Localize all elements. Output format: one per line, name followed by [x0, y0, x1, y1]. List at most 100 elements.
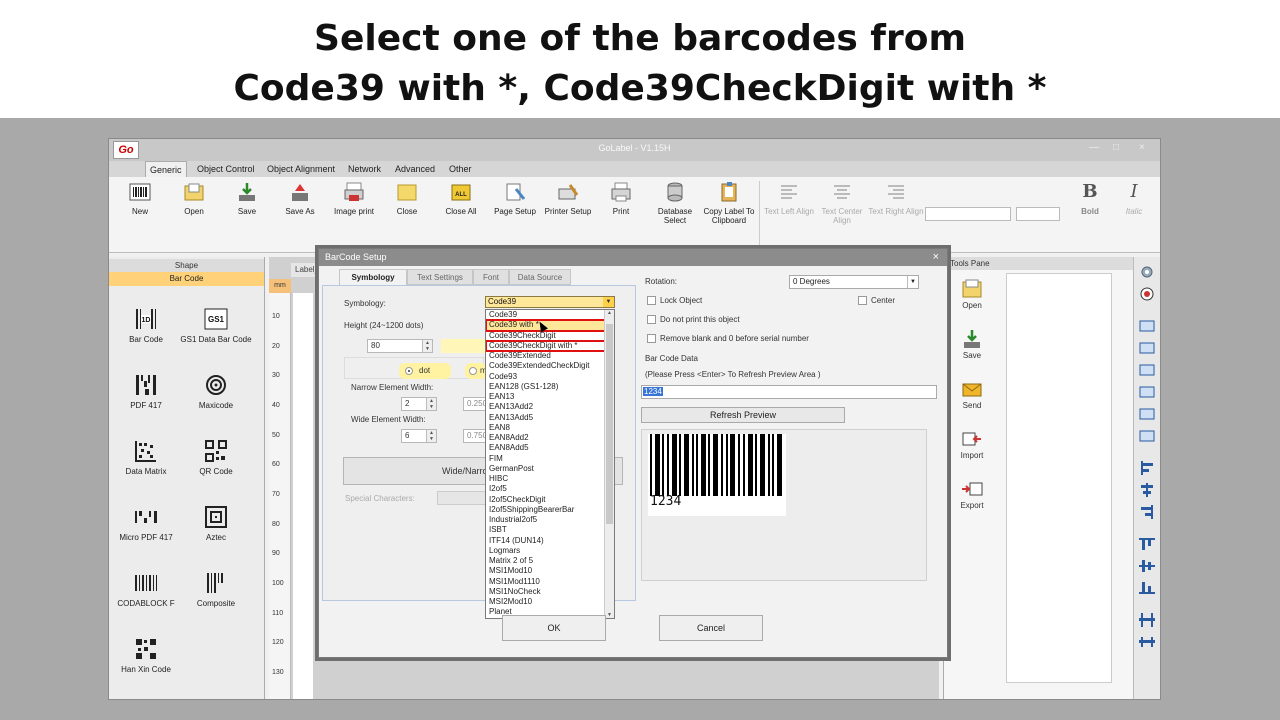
tab-other[interactable]: Other [445, 161, 476, 177]
tab-generic[interactable]: Generic [145, 161, 187, 177]
shape-gs1[interactable]: GS1 GS1 Data Bar Code [179, 307, 253, 344]
tab-font[interactable]: Font [473, 269, 509, 285]
symbology-option[interactable]: Code93 [486, 372, 614, 382]
scroll-up-icon[interactable]: ▲ [605, 310, 614, 316]
symbology-option[interactable]: Code39 with * [486, 319, 614, 332]
text-right-align-button[interactable]: Text Right Align [868, 181, 924, 216]
distribute-horizontal-icon[interactable] [1139, 613, 1155, 627]
unit-mm-option[interactable]: mm [465, 363, 493, 379]
tab-object-control[interactable]: Object Control [193, 161, 259, 177]
align-middle-objects-icon[interactable] [1139, 559, 1155, 573]
remove-blank-checkbox[interactable] [647, 334, 656, 343]
shape-codablock[interactable]: CODABLOCK F [109, 571, 183, 608]
printer-setup-button[interactable]: Printer Setup [540, 181, 596, 216]
narrow-width-input[interactable]: 2 ▲ ▼ [401, 397, 437, 411]
tab-network[interactable]: Network [344, 161, 385, 177]
shape-pdf417[interactable]: PDF 417 [109, 373, 183, 410]
align-right-objects-icon[interactable] [1139, 505, 1155, 519]
tools-save-button[interactable]: Save [952, 329, 992, 360]
tools-open-button[interactable]: Open [952, 279, 992, 310]
ok-button[interactable]: OK [502, 615, 606, 641]
tab-object-alignment[interactable]: Object Alignment [263, 161, 339, 177]
copy-label-button[interactable]: Copy Label To Clipboard [701, 181, 757, 225]
shape-han-xin[interactable]: Han Xin Code [109, 637, 183, 674]
wide-spin-arrows[interactable]: ▲ ▼ [426, 430, 436, 442]
new-button[interactable]: New [112, 181, 168, 216]
bar-code-data-input[interactable]: 1234 [641, 385, 937, 399]
align-top-objects-icon[interactable] [1139, 537, 1155, 551]
save-as-button[interactable]: Save As [272, 181, 328, 216]
symbology-option[interactable]: MSI2Mod10 [486, 597, 614, 607]
database-select-button[interactable]: Database Select [647, 181, 703, 225]
symbology-option[interactable]: Code39CheckDigit with * [486, 339, 614, 353]
font-name-dropdown[interactable] [925, 207, 1011, 221]
symbology-option[interactable]: Code39 [486, 310, 614, 320]
symbology-option[interactable]: EAN8 [486, 423, 614, 433]
font-size-dropdown[interactable] [1016, 207, 1060, 221]
shape-aztec[interactable]: Aztec [179, 505, 253, 542]
tab-data-source[interactable]: Data Source [509, 269, 571, 285]
scrollbar-thumb[interactable] [606, 324, 613, 524]
shape-composite[interactable]: Composite [179, 571, 253, 608]
text-left-align-button[interactable]: Text Left Align [761, 181, 817, 216]
shape-qr-code[interactable]: QR Code [179, 439, 253, 476]
italic-button[interactable]: I Italic [1114, 181, 1154, 216]
unit-dot-radio[interactable] [405, 367, 413, 375]
maximize-icon[interactable]: □ [1113, 142, 1119, 153]
wide-width-input[interactable]: 6 ▲ ▼ [401, 429, 437, 443]
align-icon[interactable] [1139, 363, 1155, 377]
minimize-icon[interactable]: — [1089, 142, 1099, 153]
symbology-option[interactable]: EAN13Add2 [486, 402, 614, 412]
symbology-option[interactable]: EAN8Add5 [486, 443, 614, 453]
center-checkbox[interactable] [858, 296, 867, 305]
tools-export-button[interactable]: Export [952, 479, 992, 510]
symbology-option[interactable]: GermanPost [486, 464, 614, 474]
settings-gear-icon[interactable] [1139, 265, 1155, 279]
rotation-select[interactable]: 0 Degrees ▼ [789, 275, 919, 289]
print-button[interactable]: Print [593, 181, 649, 216]
close-button[interactable]: Close [379, 181, 435, 216]
symbology-option[interactable]: FIM [486, 454, 614, 464]
symbology-option[interactable]: Code39CheckDigit [486, 331, 614, 341]
window-close-icon[interactable]: × [1139, 142, 1145, 153]
shape-data-matrix[interactable]: Data Matrix [109, 439, 183, 476]
align-bottom-objects-icon[interactable] [1139, 581, 1155, 595]
symbology-option[interactable]: Industrial2of5 [486, 515, 614, 525]
distribute-vertical-icon[interactable] [1139, 635, 1155, 649]
open-button[interactable]: Open [166, 181, 222, 216]
tab-text-settings[interactable]: Text Settings [407, 269, 473, 285]
symbology-option[interactable]: MSI1NoCheck [486, 587, 614, 597]
align-icon[interactable] [1139, 407, 1155, 421]
align-icon[interactable] [1139, 385, 1155, 399]
symbology-option[interactable]: Code39ExtendedCheckDigit [486, 361, 614, 371]
text-center-align-button[interactable]: Text Center Align [814, 181, 870, 225]
symbology-option[interactable]: I2of5CheckDigit [486, 495, 614, 505]
symbology-option[interactable]: ISBT [486, 525, 614, 535]
symbology-option[interactable]: EAN13Add5 [486, 413, 614, 423]
align-icon[interactable] [1139, 341, 1155, 355]
height-mm-field[interactable] [441, 339, 485, 353]
tab-advanced[interactable]: Advanced [391, 161, 439, 177]
symbology-option[interactable]: EAN128 (GS1-128) [486, 382, 614, 392]
unit-dot-option[interactable]: dot [399, 363, 451, 379]
align-icon[interactable] [1139, 319, 1155, 333]
do-not-print-checkbox[interactable] [647, 315, 656, 324]
image-print-button[interactable]: Image print [326, 181, 382, 216]
symbology-option[interactable]: MSI1Mod1110 [486, 577, 614, 587]
symbology-option[interactable]: I2of5ShippingBearerBar [486, 505, 614, 515]
align-left-objects-icon[interactable] [1139, 461, 1155, 475]
barcode-section-header[interactable]: Bar Code [109, 272, 264, 286]
symbology-option[interactable]: Logmars [486, 546, 614, 556]
dialog-close-icon[interactable]: × [933, 249, 939, 266]
symbology-option[interactable]: EAN13 [486, 392, 614, 402]
align-icon[interactable] [1139, 429, 1155, 443]
narrow-spin-arrows[interactable]: ▲ ▼ [426, 398, 436, 410]
save-button[interactable]: Save [219, 181, 275, 216]
symbology-option[interactable]: EAN8Add2 [486, 433, 614, 443]
shape-bar-code[interactable]: 1D Bar Code [109, 307, 183, 344]
align-center-objects-icon[interactable] [1139, 483, 1155, 497]
dropdown-scrollbar[interactable]: ▲ ▼ [604, 310, 614, 618]
symbology-select[interactable]: Code39 ▼ [485, 296, 615, 308]
tools-import-button[interactable]: Import [952, 429, 992, 460]
cancel-button[interactable]: Cancel [659, 615, 763, 641]
